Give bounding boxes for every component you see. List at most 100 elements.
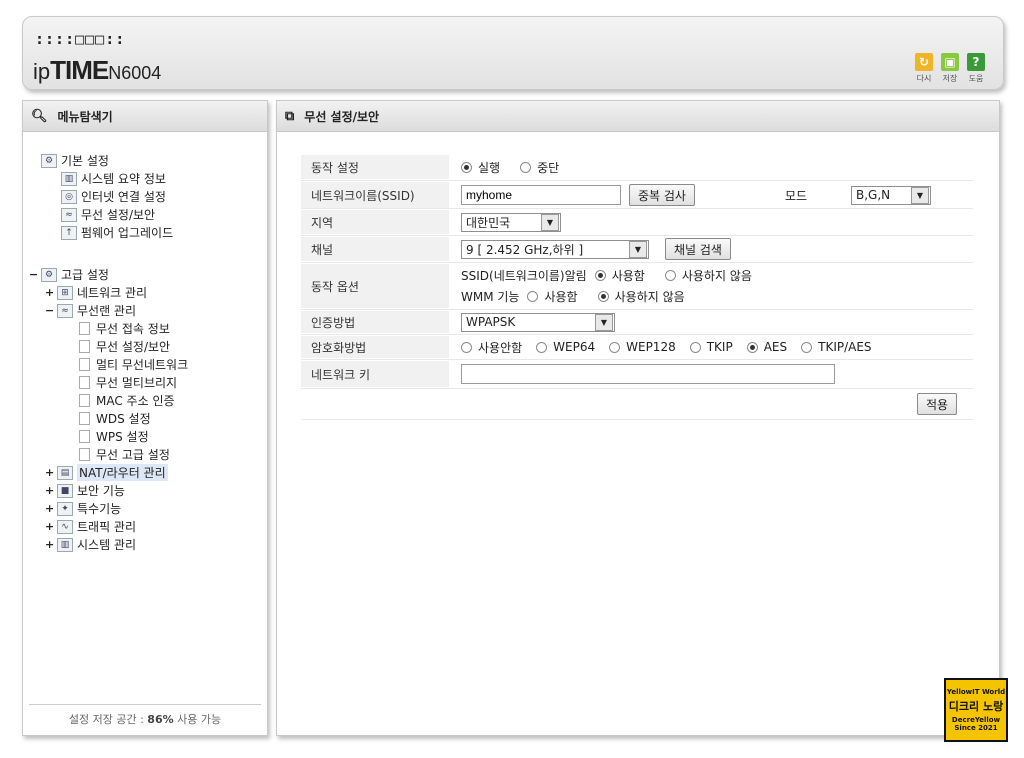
options-label: 동작 옵션 (301, 264, 449, 308)
ssid-broadcast-on-radio[interactable]: 사용함 (594, 267, 645, 284)
expand-icon: + (45, 484, 55, 497)
menu-basic-settings[interactable]: ⚙ 기본 설정 (41, 152, 109, 169)
refresh-button[interactable]: ↻ 다시 (915, 53, 933, 84)
menu-mac-auth[interactable]: MAC 주소 인증 (79, 392, 175, 409)
enc-aes-radio[interactable]: AES (746, 340, 787, 354)
help-label: 도움 (968, 74, 984, 83)
enc-wep128-radio[interactable]: WEP128 (609, 340, 676, 354)
wmm-off-radio[interactable]: 사용하지 않음 (597, 288, 685, 305)
dropdown-arrow-icon: ▼ (910, 186, 929, 204)
refresh-icon: ↻ (915, 53, 933, 71)
collapse-icon: − (45, 304, 55, 317)
row-auth: 인증방법 WPAPSK ▼ (301, 311, 973, 333)
storage-value: 86% (147, 713, 174, 726)
menu-firmware-upgrade[interactable]: ↑ 펌웨어 업그레이드 (61, 224, 173, 241)
storage-suffix: 사용 가능 (173, 713, 222, 726)
expand-icon: + (45, 538, 55, 551)
menu-system-summary[interactable]: ▥ 시스템 요약 정보 (61, 170, 166, 187)
page-icon (79, 448, 90, 461)
brand-ip: ip (33, 59, 51, 84)
radio-unchecked-icon (689, 341, 701, 353)
radio-checked-icon (746, 341, 758, 353)
channel-select[interactable]: 9 [ 2.452 GHz,하위 ] ▼ (461, 239, 649, 259)
region-select[interactable]: 대한민국 ▼ (461, 212, 561, 232)
radio-checked-icon (461, 161, 472, 173)
save-button[interactable]: ▣ 저장 (941, 53, 959, 84)
header-bar: ::::□□□:: ipTIMEN6004 ↻ 다시 ▣ 저장 ? 도움 (22, 16, 1004, 90)
menu-multi-bridge[interactable]: 무선 멀티브리지 (79, 374, 177, 391)
chart-icon: ▥ (61, 171, 77, 186)
page-icon (79, 412, 90, 425)
wireless-icon: ≈ (61, 207, 77, 222)
system-icon: ▥ (57, 537, 73, 552)
radio-unchecked-icon (801, 341, 813, 353)
auth-label: 인증방법 (301, 311, 449, 333)
ssid-broadcast-off-radio[interactable]: 사용하지 않음 (664, 267, 752, 284)
divider (301, 309, 973, 310)
brand-time: TIME (50, 55, 109, 85)
network-key-input[interactable] (461, 364, 835, 384)
dropdown-arrow-icon: ▼ (595, 313, 613, 331)
radio-checked-icon (597, 291, 609, 302)
menu-wlan-management[interactable]: − ≈ 무선랜 관리 (45, 302, 136, 319)
radio-unchecked-icon (664, 270, 676, 281)
menu-wps[interactable]: WPS 설정 (79, 428, 149, 445)
network-icon: ⊞ (57, 285, 73, 300)
menu-special-functions[interactable]: + ✦ 특수기능 (45, 500, 121, 517)
encryption-label: 암호화방법 (301, 336, 449, 358)
magnifier-icon: 🔍︎ (31, 108, 48, 124)
menu-traffic[interactable]: + ∿ 트래픽 관리 (45, 518, 136, 535)
enc-none-radio[interactable]: 사용안함 (461, 339, 522, 356)
ssid-broadcast-label: SSID(네트워크이름)알림 (461, 269, 587, 283)
menu-system[interactable]: + ▥ 시스템 관리 (45, 536, 136, 553)
ssid-check-button[interactable]: 중복 검사 (629, 184, 695, 206)
menu-internet-setup[interactable]: ◎ 인터넷 연결 설정 (61, 188, 166, 205)
row-region: 지역 대한민국 ▼ (301, 210, 973, 234)
watermark-line4: Since 2021 (954, 724, 998, 732)
save-icon: ▣ (941, 53, 959, 71)
ssid-label: 네트워크이름(SSID) (301, 182, 449, 208)
mode-select[interactable]: B,G,N ▼ (850, 185, 931, 205)
help-button[interactable]: ? 도움 (967, 53, 985, 84)
divider (301, 208, 973, 209)
menu-wireless-advanced[interactable]: 무선 고급 설정 (79, 446, 170, 463)
channel-search-button[interactable]: 채널 검색 (665, 238, 731, 260)
collapse-icon: − (29, 268, 39, 281)
enc-tkip-radio[interactable]: TKIP (689, 340, 733, 354)
menu-security[interactable]: + ■ 보안 기능 (45, 482, 125, 499)
wmm-on-radio[interactable]: 사용함 (527, 288, 578, 305)
menu-nat-router[interactable]: + ▤ NAT/라우터 관리 (45, 464, 168, 481)
globe-icon: ◎ (61, 189, 77, 204)
operation-run-radio[interactable]: 실행 (461, 159, 500, 176)
menu-wds[interactable]: WDS 설정 (79, 410, 151, 427)
apply-button[interactable]: 적용 (917, 393, 958, 415)
expand-icon: + (45, 286, 55, 299)
operation-stop-radio[interactable]: 중단 (520, 159, 559, 176)
divider (301, 334, 973, 335)
page-icon (79, 358, 90, 371)
row-options: 동작 옵션 SSID(네트워크이름)알림 사용함 사용하지 않음 WMM 기능 … (301, 264, 973, 308)
watermark-line2: 디크리 노랑 (948, 700, 1004, 713)
divider (301, 180, 973, 181)
menu-wireless-access-info[interactable]: 무선 접속 정보 (79, 320, 170, 337)
dropdown-arrow-icon: ▼ (541, 213, 559, 231)
menu-network-management[interactable]: + ⊞ 네트워크 관리 (45, 284, 147, 301)
storage-prefix: 설정 저장 공간 : (68, 713, 148, 726)
watermark-logo: YellowIT World 디크리 노랑 DecreYellow Since … (944, 678, 1008, 742)
menu-explorer-header: 🔍︎ 메뉴탐색기 (23, 101, 267, 132)
enc-tkip-aes-radio[interactable]: TKIP/AES (801, 340, 872, 354)
storage-status: 설정 저장 공간 : 86% 사용 가능 (29, 704, 261, 727)
main-panel: ⧉ 무선 설정/보안 동작 설정 실행 중단 네트워크이름(SSID) 중복 검… (276, 100, 1000, 736)
menu-advanced-settings[interactable]: − ⚙ 고급 설정 (29, 266, 109, 283)
ssid-input[interactable] (461, 185, 621, 205)
main-panel-header: ⧉ 무선 설정/보안 (277, 101, 999, 132)
menu-wireless-security[interactable]: ≈ 무선 설정/보안 (61, 206, 155, 223)
menu-wireless-settings-security[interactable]: 무선 설정/보안 (79, 338, 170, 355)
enc-wep64-radio[interactable]: WEP64 (536, 340, 595, 354)
upgrade-icon: ↑ (61, 225, 77, 240)
page-icon (79, 340, 90, 353)
auth-select[interactable]: WPAPSK ▼ (461, 312, 615, 332)
special-icon: ✦ (57, 501, 73, 516)
menu-multi-ssid[interactable]: 멀티 무선네트워크 (79, 356, 188, 373)
watermark-line1: YellowIT World (946, 688, 1006, 696)
